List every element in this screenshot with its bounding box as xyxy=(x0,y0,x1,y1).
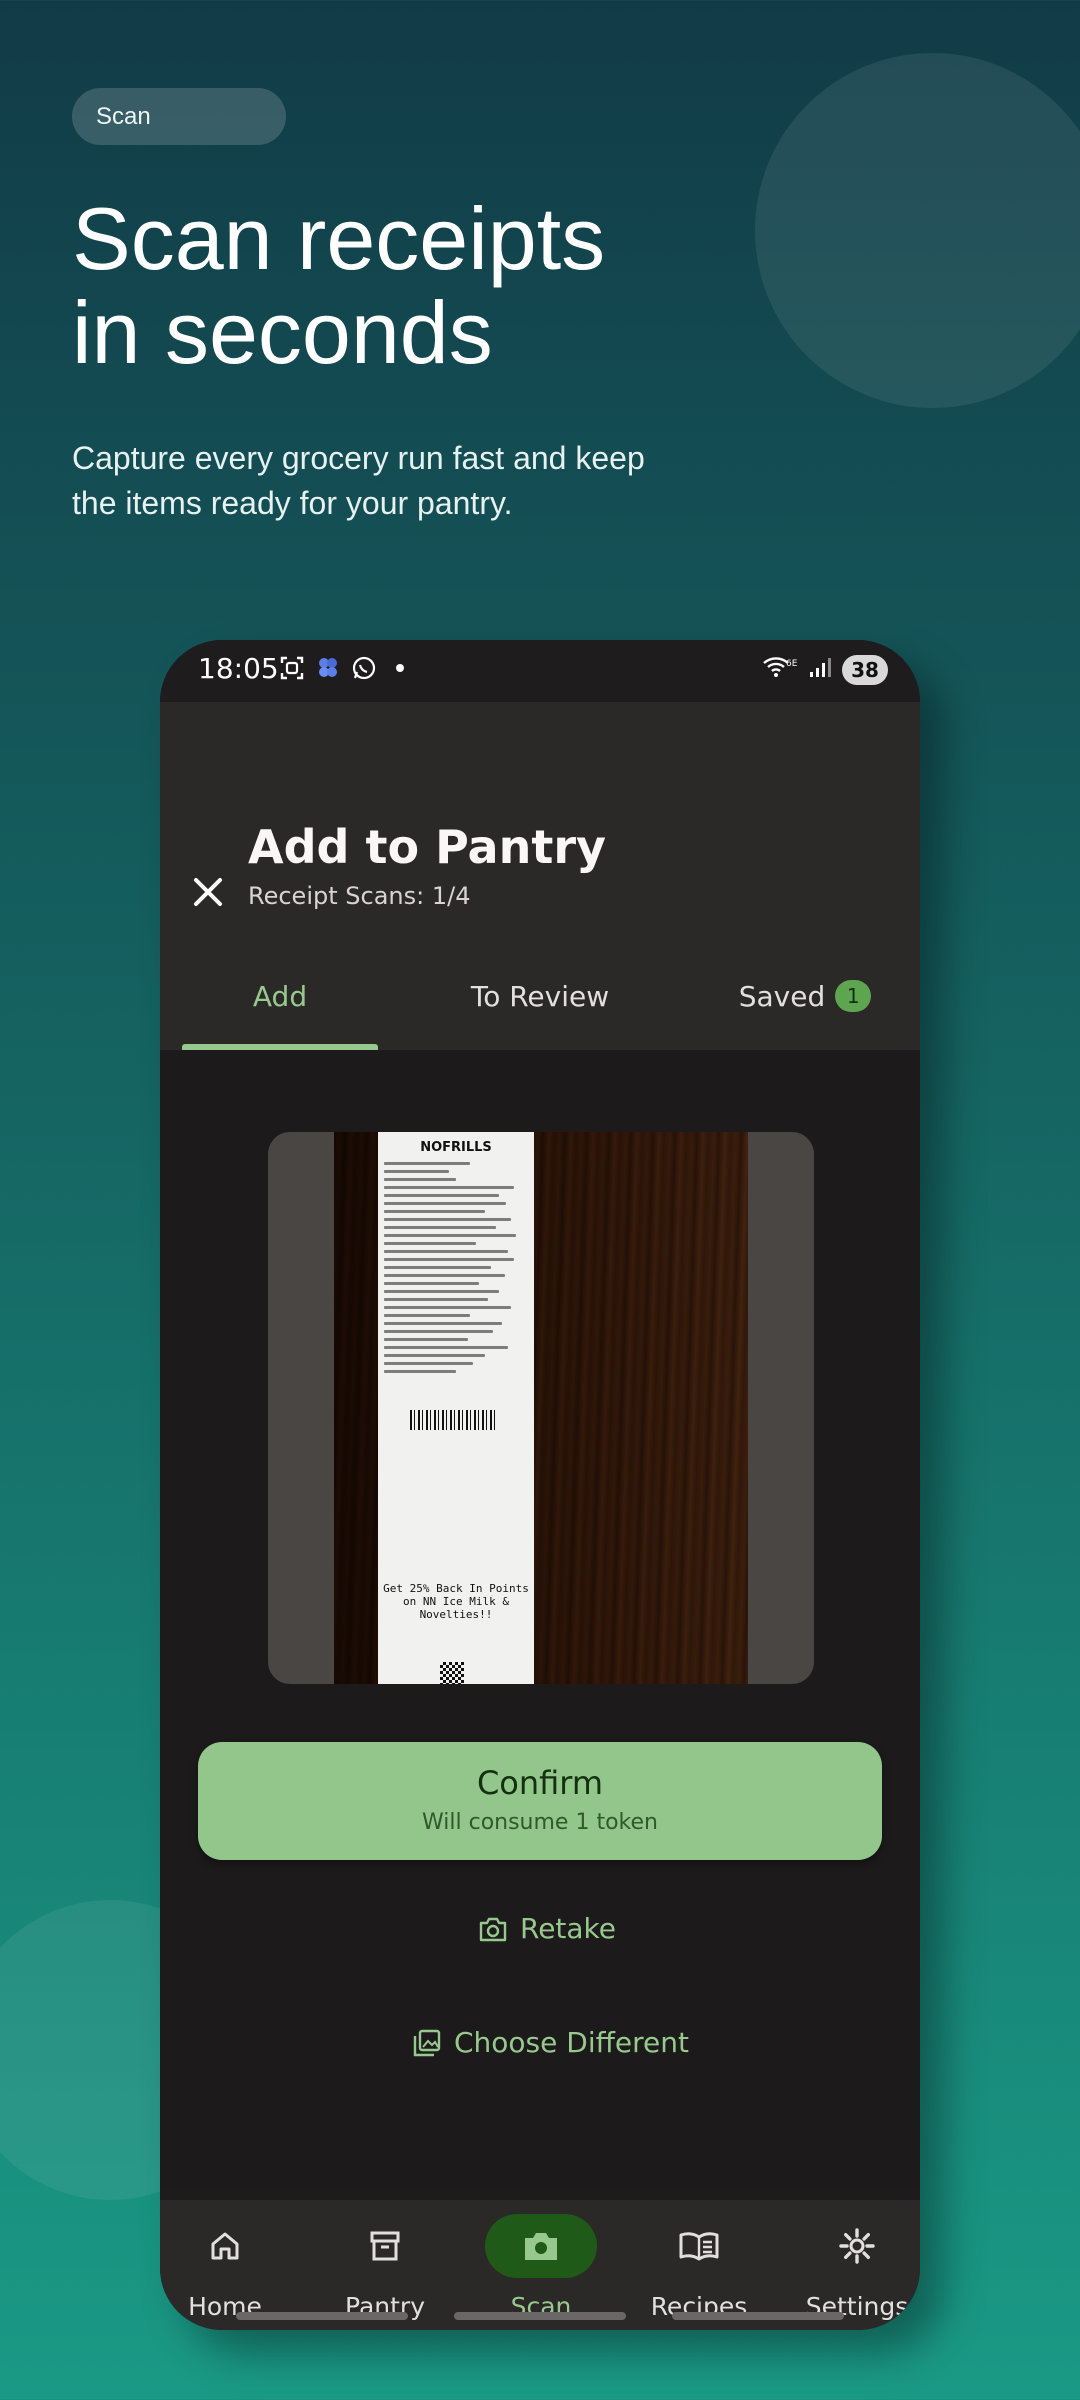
gesture-handle xyxy=(672,2312,844,2320)
book-icon xyxy=(643,2214,755,2278)
gesture-handle xyxy=(454,2312,626,2320)
headline-line: in seconds xyxy=(72,283,493,382)
status-bar: 18:05 6E 38 xyxy=(160,640,920,702)
headline-line: Scan receipts xyxy=(72,189,606,288)
confirm-token-note: Will consume 1 token xyxy=(422,1810,658,1835)
receipt-store-name: NOFRILLS xyxy=(420,1140,492,1155)
home-icon xyxy=(169,2214,281,2278)
camera-icon xyxy=(479,1917,507,1941)
dot-icon xyxy=(386,654,414,682)
confirm-label: Confirm xyxy=(476,1764,604,1802)
archive-icon xyxy=(329,2214,441,2278)
promo-subtitle: Capture every grocery run fast and keep … xyxy=(72,436,772,526)
status-time: 18:05 xyxy=(198,652,279,685)
retake-label: Retake xyxy=(520,1912,617,1945)
tab-label: Add xyxy=(252,979,308,1013)
receipt-image: NOFRILLS Get 25% Back In Points on NN Ic xyxy=(378,1132,534,1684)
feature-tag: Scan xyxy=(72,88,286,145)
page-title: Add to Pantry xyxy=(248,820,607,874)
choose-different-button[interactable]: Choose Different xyxy=(412,2026,689,2059)
subtitle-line: the items ready for your pantry. xyxy=(72,485,513,521)
receipt-barcode xyxy=(410,1410,498,1430)
close-icon xyxy=(194,878,222,906)
notification-icons xyxy=(278,654,414,682)
tab-label: Saved xyxy=(738,979,826,1013)
bottom-navigation: Home Pantry Scan Recipes Settings xyxy=(160,2200,920,2330)
saved-count-badge: 1 xyxy=(835,980,872,1012)
screen: Add to Pantry Receipt Scans: 1/4 Add To … xyxy=(160,702,920,2330)
battery-indicator: 38 xyxy=(842,654,888,685)
screenshot-icon xyxy=(278,654,306,682)
receipt-preview: NOFRILLS Get 25% Back In Points on NN Ic xyxy=(268,1132,814,1684)
tab-label: To Review xyxy=(470,979,610,1013)
phone-frame: 18:05 6E 38 Add to Pantry Receipt Scans:… xyxy=(160,640,920,2330)
gear-icon xyxy=(801,2214,913,2278)
app-notification-icon xyxy=(314,654,342,682)
whatsapp-icon xyxy=(350,654,378,682)
choose-different-label: Choose Different xyxy=(454,2026,689,2059)
system-status: 6E 38 xyxy=(762,654,888,685)
gesture-handle xyxy=(236,2312,408,2320)
scan-counter: Receipt Scans: 1/4 xyxy=(248,882,471,910)
receipt-promo-text: Get 25% Back In Points on NN Ice Milk & … xyxy=(383,1582,529,1621)
tab-to-review[interactable]: To Review xyxy=(440,942,640,1050)
retake-button[interactable]: Retake xyxy=(478,1912,616,1945)
wifi-icon: 6E xyxy=(762,654,798,685)
svg-text:6E: 6E xyxy=(786,659,798,669)
scan-content: NOFRILLS Get 25% Back In Points on NN Ic xyxy=(160,1050,920,2190)
tab-saved[interactable]: Saved 1 xyxy=(720,942,890,1050)
receipt-qr-code xyxy=(440,1662,464,1684)
signal-icon xyxy=(808,655,832,684)
camera-icon xyxy=(485,2214,597,2278)
app-bar: Add to Pantry Receipt Scans: 1/4 Add To … xyxy=(160,702,920,1050)
receipt-text-lines xyxy=(384,1162,528,1378)
close-button[interactable] xyxy=(178,862,238,922)
promo-headline: Scan receipts in seconds xyxy=(72,192,832,380)
tab-add[interactable]: Add xyxy=(182,942,378,1050)
tab-bar: Add To Review Saved 1 xyxy=(160,942,920,1050)
gallery-icon xyxy=(413,2029,441,2056)
subtitle-line: Capture every grocery run fast and keep xyxy=(72,440,645,476)
confirm-button[interactable]: Confirm Will consume 1 token xyxy=(198,1742,882,1860)
